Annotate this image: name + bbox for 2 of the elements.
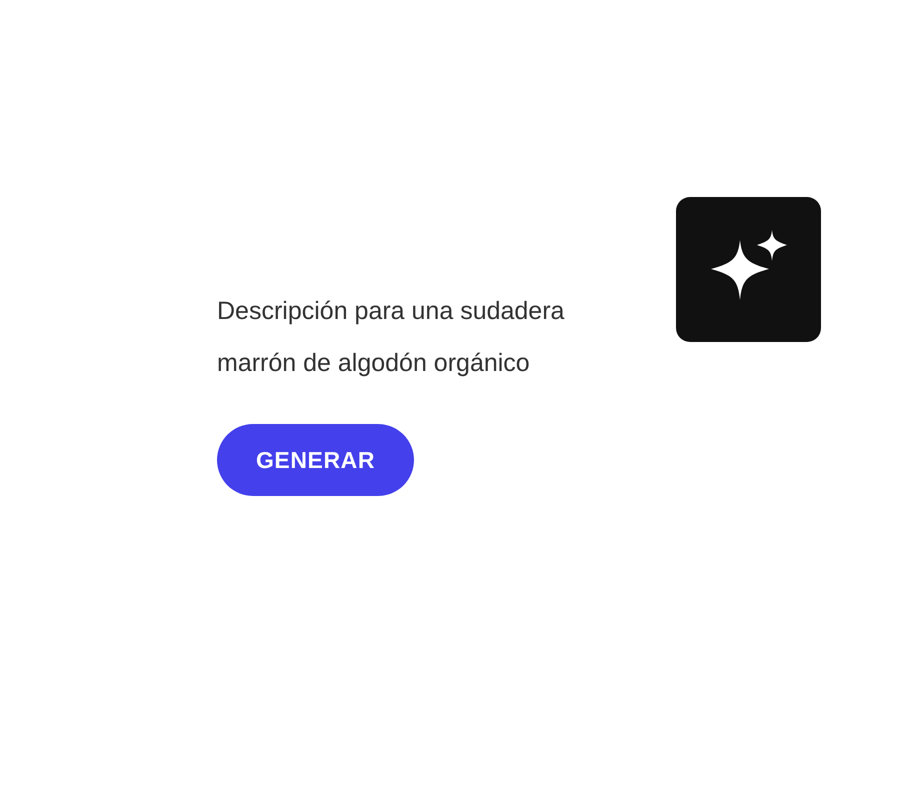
generate-button[interactable]: GENERAR (217, 424, 414, 496)
description-text: Descripción para una sudadera marrón de algodón orgánico (217, 296, 566, 379)
